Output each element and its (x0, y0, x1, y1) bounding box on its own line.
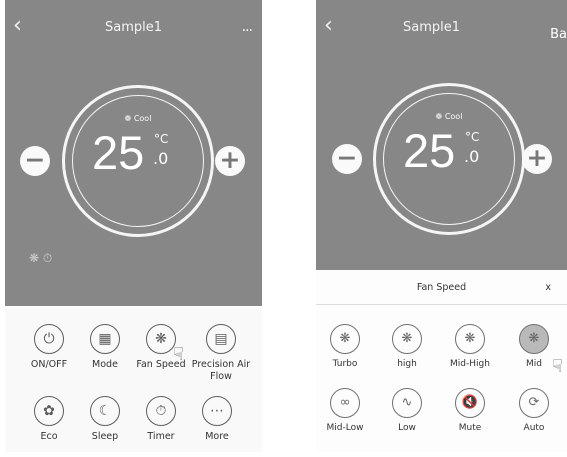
sleep-moon-icon: ☾ (90, 396, 120, 426)
fan-option-label: Mid-High (450, 359, 490, 369)
precision-air-flow-button[interactable]: ▤ Precision Air Flow (191, 324, 251, 383)
fan-option-label: Mid-Low (326, 423, 364, 433)
sheet-title: Fan Speed (416, 282, 467, 293)
pointing-hand-icon: ☟ (552, 356, 563, 377)
fan-option-mid-high[interactable]: ❋ Mid-High (441, 324, 499, 370)
fan-option-low[interactable]: ∿ Low (378, 388, 436, 434)
precision-air-flow-label: Precision Air Flow (191, 359, 251, 382)
timer-button[interactable]: ⏱ Timer (131, 396, 191, 443)
temperature-decimal: .0 (153, 149, 169, 168)
fan-option-label: Mute (458, 423, 482, 433)
fan-low-icon: ∿ (392, 388, 422, 418)
increase-temp-button[interactable]: + (215, 146, 245, 176)
eco-button[interactable]: ✿ Eco (19, 396, 79, 443)
fan-speed-sheet: Fan Speed x ❋ Turbo ❋ high ❋ Mid-High ❋ … (316, 270, 567, 452)
timer-status-icon: ⏱ (42, 251, 53, 265)
more-dots-icon: ⋯ (202, 396, 232, 426)
temperature-unit: °C (154, 132, 169, 146)
temperature-decimal: .0 (464, 147, 480, 166)
power-icon: ⏻ (34, 324, 64, 354)
fan-icon: ❋ (146, 324, 176, 354)
fan-option-turbo[interactable]: ❋ Turbo (316, 324, 374, 370)
snowflake-icon: ❁ (435, 112, 443, 121)
fan-high-icon: ❋ (392, 324, 422, 354)
temperature-value: 25 (92, 126, 145, 179)
mode-label: Cool (133, 114, 152, 123)
more-options-button[interactable]: ... (242, 20, 253, 34)
mode-indicator: ❁ Cool (65, 114, 211, 123)
decrease-temp-button[interactable]: − (332, 144, 362, 174)
mute-icon: 🔇 (455, 388, 485, 418)
fan-option-label: high (397, 359, 417, 369)
temperature-value: 25 (403, 124, 456, 177)
eco-label: Eco (40, 431, 58, 442)
control-area: ‹ Sample1 Ba − ❁ Cool 25 °C .0 + (316, 0, 567, 270)
function-button-panel: ⏻ ON/OFF ▦ Mode ❋ Fan Speed ▤ Precision … (5, 308, 262, 452)
close-button[interactable]: x (545, 282, 551, 293)
fan-option-auto[interactable]: ⟳ Auto (505, 388, 563, 434)
fan-option-mute[interactable]: 🔇 Mute (441, 388, 499, 434)
more-button[interactable]: ⋯ More (187, 396, 247, 443)
fan-option-mid-low[interactable]: ∞ Mid-Low (316, 388, 374, 434)
status-icons: ❋ ⏱ (29, 251, 52, 266)
fan-option-label: Low (398, 423, 416, 433)
mode-icon: ▦ (90, 324, 120, 354)
more-label: More (205, 431, 229, 442)
truncated-header-label: Ba (550, 27, 567, 42)
pointing-hand-icon: ☟ (173, 344, 184, 365)
fan-turbo-icon: ❋ (330, 324, 360, 354)
timer-label: Timer (147, 431, 175, 442)
temperature-dial: ❁ Cool 25 °C .0 (62, 85, 214, 237)
fan-status-icon: ❋ (29, 251, 40, 265)
page-title: Sample1 (104, 20, 162, 35)
timer-icon: ⏱ (146, 396, 176, 426)
mode-indicator: ❁ Cool (376, 112, 522, 121)
fan-auto-icon: ⟳ (519, 388, 549, 418)
fan-mid-low-icon: ∞ (330, 388, 360, 418)
fan-mid-icon: ❋ (519, 324, 549, 354)
sleep-label: Sleep (91, 431, 119, 442)
power-label: ON/OFF (30, 359, 68, 370)
eco-leaf-icon: ✿ (34, 396, 64, 426)
sheet-header: Fan Speed x (316, 270, 567, 305)
fan-mid-high-icon: ❋ (455, 324, 485, 354)
increase-temp-button[interactable]: + (522, 144, 552, 174)
snowflake-icon: ❁ (124, 114, 132, 123)
fan-option-high[interactable]: ❋ high (378, 324, 436, 370)
page-title: Sample1 (402, 20, 460, 35)
right-screen: ‹ Sample1 Ba − ❁ Cool 25 °C .0 + Fan Spe… (316, 0, 567, 452)
fan-option-label: Turbo (332, 359, 358, 369)
fan-option-label: Auto (523, 423, 545, 433)
temperature-dial: ❁ Cool 25 °C .0 (373, 83, 525, 235)
decrease-temp-button[interactable]: − (20, 146, 50, 176)
control-area: ‹ Sample1 ... − ❁ Cool 25 °C .0 + ❋ ⏱ (5, 0, 262, 306)
temperature-unit: °C (465, 130, 480, 144)
left-screen: ‹ Sample1 ... − ❁ Cool 25 °C .0 + ❋ ⏱ ⏻ … (5, 0, 262, 452)
mode-button[interactable]: ▦ Mode (75, 324, 135, 371)
sleep-button[interactable]: ☾ Sleep (75, 396, 135, 443)
power-button[interactable]: ⏻ ON/OFF (19, 324, 79, 371)
mode-label: Cool (444, 112, 463, 121)
mode-button-label: Mode (92, 359, 118, 370)
air-flow-icon: ▤ (206, 324, 236, 354)
